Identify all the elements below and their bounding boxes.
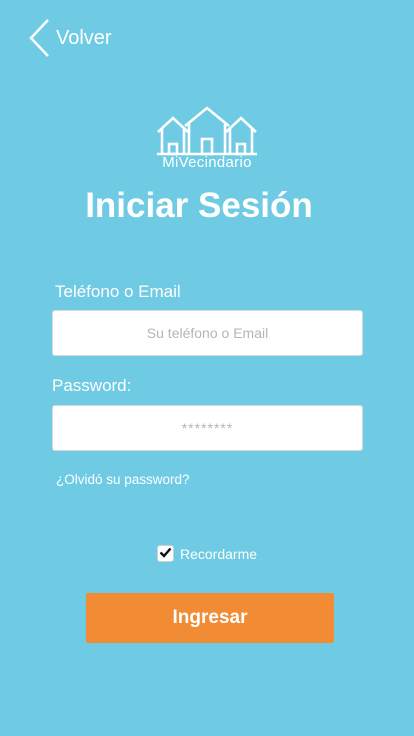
remember-me-toggle[interactable]: Recordarme bbox=[157, 545, 257, 562]
page-title: Iniciar Sesión bbox=[85, 186, 313, 225]
phone-email-input[interactable] bbox=[52, 310, 363, 356]
password-input[interactable] bbox=[52, 405, 363, 451]
remember-me-checkbox[interactable] bbox=[157, 545, 174, 562]
login-button[interactable]: Ingresar bbox=[86, 593, 334, 643]
chevron-left-icon bbox=[28, 18, 50, 58]
forgot-password-link[interactable]: ¿Olvidó su password? bbox=[56, 472, 190, 487]
back-button[interactable]: Volver bbox=[28, 18, 112, 58]
password-label: Password: bbox=[52, 376, 132, 395]
houses-icon bbox=[150, 106, 264, 158]
checkmark-icon bbox=[159, 545, 172, 563]
phone-email-label: Teléfono o Email bbox=[55, 282, 181, 301]
app-logo: MiVecindario bbox=[150, 106, 264, 171]
back-label: Volver bbox=[56, 26, 112, 49]
logo-text: MiVecindario bbox=[162, 154, 252, 171]
remember-me-label: Recordarme bbox=[180, 545, 258, 562]
